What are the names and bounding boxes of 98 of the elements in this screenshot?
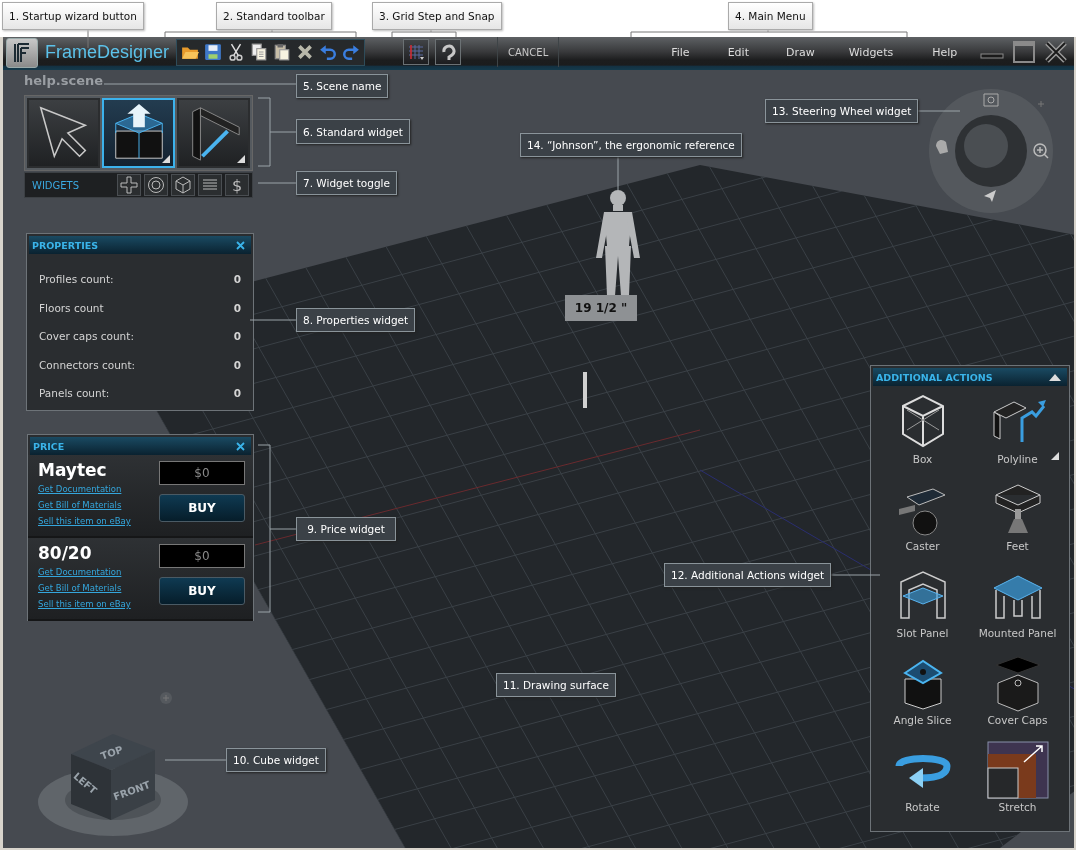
action-button[interactable]: Mounted Panel — [970, 562, 1065, 649]
close-icon[interactable] — [1044, 40, 1068, 64]
action-button[interactable]: Cover Caps — [970, 649, 1065, 736]
stretch-icon — [985, 740, 1050, 800]
link[interactable]: Get Documentation — [38, 481, 122, 497]
widget-toggle-button[interactable]: $ — [225, 174, 249, 196]
action-button[interactable]: Slot Panel — [875, 562, 970, 649]
leader-line — [257, 182, 297, 184]
steering-wheel-drawing[interactable] — [928, 88, 1054, 214]
menu-item[interactable]: Draw — [785, 45, 815, 59]
property-value: 0 — [233, 358, 241, 371]
callout-label: 1. Startup wizard button — [2, 2, 144, 30]
widget-toggle-button[interactable] — [198, 174, 222, 196]
leader-line — [391, 29, 457, 38]
snap-button[interactable] — [435, 39, 462, 65]
maximize-icon[interactable] — [1012, 40, 1036, 64]
property-value: 0 — [233, 301, 241, 314]
tool-button[interactable] — [102, 98, 175, 168]
widget-toggle-button[interactable] — [171, 174, 195, 196]
leader-line — [257, 97, 297, 167]
leader-line — [617, 156, 619, 191]
scene-name: help.scene — [24, 73, 104, 88]
scissors-icon[interactable] — [227, 43, 246, 61]
buy-button[interactable]: BUY — [159, 577, 245, 605]
close-icon[interactable] — [236, 441, 245, 451]
cancel-button[interactable]: CANCEL — [497, 37, 560, 67]
action-button[interactable]: Stretch — [970, 736, 1065, 823]
callout-label: 4. Main Menu — [728, 2, 813, 30]
callout-label: 5. Scene name — [296, 74, 389, 98]
link[interactable]: Get Bill of Materials — [38, 497, 122, 513]
mannequin-drawing[interactable] — [596, 190, 640, 296]
close-icon[interactable] — [236, 240, 245, 250]
price-field: $0 — [159, 544, 245, 568]
callout-label: 8. Properties widget — [296, 308, 416, 332]
property-label: Panels count: — [39, 387, 110, 400]
property-value: 0 — [233, 273, 241, 286]
buy-button[interactable]: BUY — [159, 494, 245, 522]
cube-face-label[interactable]: TOP — [99, 743, 125, 762]
redo-icon[interactable] — [342, 43, 361, 61]
menu-item[interactable]: Edit — [727, 45, 749, 59]
menu-item[interactable]: Help — [932, 45, 958, 59]
callout-label: 11. Drawing surface — [496, 673, 616, 697]
callout-label: 13. Steering Wheel widget — [765, 99, 919, 123]
property-label: Cover caps count: — [39, 330, 134, 343]
plus-icon — [120, 176, 138, 194]
action-button[interactable]: Feet — [970, 475, 1065, 562]
menu-item[interactable]: File — [671, 45, 690, 59]
dimension-label: 19 1/2 " — [565, 295, 637, 321]
link[interactable]: Get Documentation — [38, 564, 122, 580]
callout-label: 12. Additional Actions widget — [664, 563, 832, 587]
link[interactable]: Sell this item on eBay — [38, 513, 131, 529]
action-button[interactable]: Polyline — [970, 388, 1065, 475]
widget-toggle-button[interactable] — [144, 174, 168, 196]
callout-label: 9. Price widget — [296, 517, 396, 541]
price-field: $0 — [159, 461, 245, 485]
ring-icon — [147, 176, 165, 194]
action-button[interactable]: Rotate — [875, 736, 970, 823]
widget-toggle-label: WIDGETS — [32, 179, 81, 191]
grid-icon — [407, 43, 426, 61]
callout-label: 10. Cube widget — [226, 748, 326, 772]
leader-line — [164, 759, 227, 761]
documents-icon[interactable] — [250, 43, 269, 61]
action-button[interactable]: Angle Slice — [875, 649, 970, 736]
callout-label: 6. Standard widget — [296, 119, 410, 144]
callout-label: 2. Standard toolbar — [216, 2, 332, 30]
tool-button[interactable] — [27, 98, 100, 168]
leader-line — [249, 319, 297, 321]
link[interactable]: Get Bill of Materials — [38, 580, 122, 596]
view-cube-drawing[interactable] — [38, 734, 188, 836]
tool-button[interactable] — [177, 98, 250, 168]
startup-wizard-button[interactable] — [6, 38, 38, 68]
cube-icon — [174, 176, 192, 194]
action-button[interactable]: Caster — [875, 475, 970, 562]
property-label: Profiles count: — [39, 273, 114, 286]
x-icon[interactable] — [296, 43, 315, 61]
clipboard-icon[interactable] — [273, 43, 292, 61]
callout-label: 14. “Johnson”, the ergonomic reference — [520, 133, 742, 157]
leader-line — [87, 29, 89, 49]
panel-title: ADDITIONAL ACTIONS — [876, 371, 993, 383]
callout-label: 3. Grid Step and Snap — [372, 2, 502, 30]
property-label: Connectors count: — [39, 358, 136, 371]
property-value: 0 — [233, 387, 241, 400]
callout-label: 7. Widget toggle — [296, 171, 397, 195]
property-value: 0 — [233, 330, 241, 343]
vendor-name: Maytec — [38, 459, 108, 481]
app-title: FrameDesigner — [45, 41, 170, 63]
property-label: Floors count — [39, 301, 104, 314]
menu-item[interactable]: Widgets — [848, 45, 894, 59]
panel-title: PRICE — [33, 440, 65, 452]
action-button[interactable]: Box — [875, 388, 970, 475]
vendor-name: 80/20 — [38, 542, 93, 564]
widget-toggle-button[interactable] — [117, 174, 141, 196]
undo-icon[interactable] — [319, 43, 338, 61]
grid-step-button[interactable] — [403, 39, 430, 65]
collapse-icon[interactable] — [1049, 373, 1061, 381]
logo-icon — [13, 43, 31, 63]
panel-title: PROPERTIES — [32, 239, 99, 251]
link[interactable]: Sell this item on eBay — [38, 596, 131, 612]
